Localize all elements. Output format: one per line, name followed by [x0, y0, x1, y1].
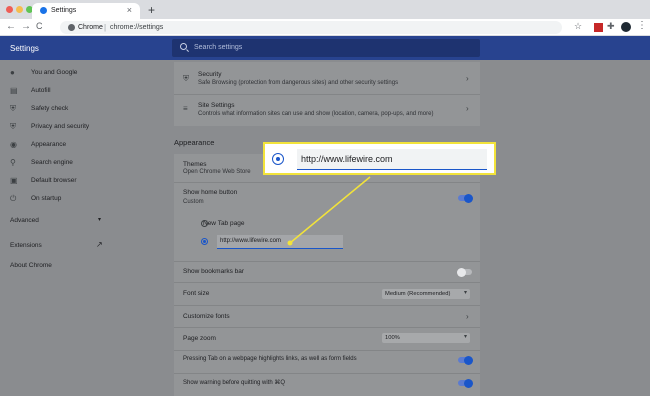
callout-leader-line	[287, 176, 371, 246]
callout-url: http://www.lifewire.com	[301, 154, 393, 164]
callout-radio-selected-icon	[272, 153, 284, 165]
zoom-callout: http://www.lifewire.com	[263, 142, 496, 175]
callout-url-field: http://www.lifewire.com	[297, 149, 487, 170]
